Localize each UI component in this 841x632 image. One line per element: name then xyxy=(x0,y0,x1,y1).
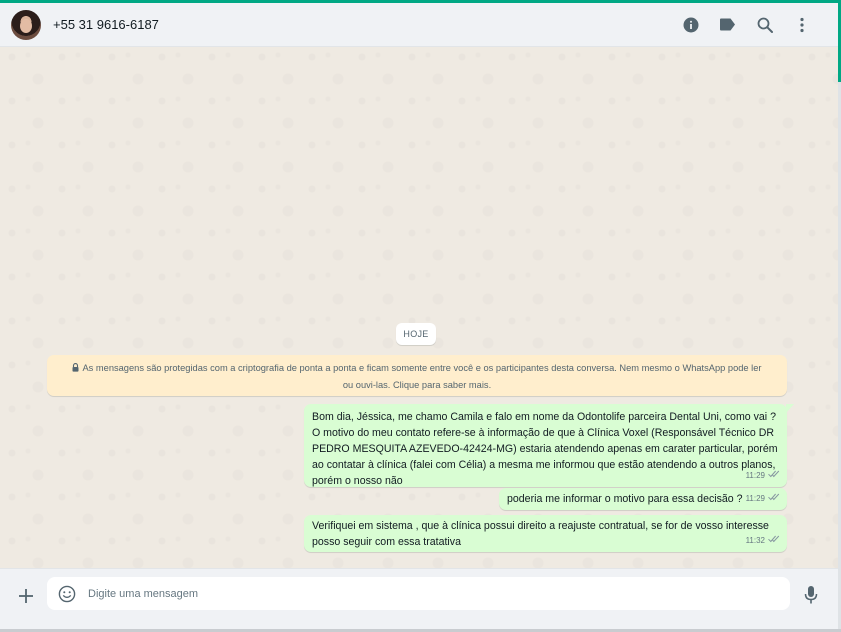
top-accent-bar xyxy=(0,0,841,3)
emoji-icon xyxy=(58,585,76,602)
plus-icon xyxy=(19,589,33,603)
voice-message-button[interactable] xyxy=(800,583,822,607)
label-icon[interactable] xyxy=(709,10,746,40)
message-text: poderia me informar o motivo para essa d… xyxy=(507,493,743,505)
message-meta: 11:32 xyxy=(746,533,780,549)
message-text: Verifiquei em sistema , que à clínica po… xyxy=(312,520,769,548)
contact-avatar[interactable] xyxy=(11,9,41,40)
outgoing-message[interactable]: poderia me informar o motivo para essa d… xyxy=(499,488,787,510)
chat-header: +55 31 9616-6187 xyxy=(0,3,838,47)
message-list[interactable]: HOJE As mensagens são protegidas com a c… xyxy=(0,47,838,568)
message-time: 11:29 xyxy=(745,494,765,503)
menu-icon[interactable] xyxy=(783,10,820,40)
lock-icon xyxy=(72,361,79,377)
emoji-button[interactable] xyxy=(56,583,78,605)
message-input[interactable] xyxy=(86,586,790,601)
date-divider: HOJE xyxy=(396,323,436,345)
read-check-icon xyxy=(768,468,780,484)
encryption-notice-text: As mensagens são protegidas com a cripto… xyxy=(82,363,762,390)
header-actions xyxy=(672,10,820,40)
attach-button[interactable] xyxy=(15,585,37,607)
encryption-notice[interactable]: As mensagens são protegidas com a cripto… xyxy=(47,355,787,396)
message-meta: 11:29 xyxy=(746,468,780,484)
message-composer xyxy=(0,568,838,632)
message-text: Bom dia, Jéssica, me chamo Camila e falo… xyxy=(312,411,778,487)
read-check-icon xyxy=(768,533,780,549)
search-icon[interactable] xyxy=(746,10,783,40)
outgoing-message[interactable]: Verifiquei em sistema , que à clínica po… xyxy=(304,515,787,552)
outgoing-message[interactable]: Bom dia, Jéssica, me chamo Camila e falo… xyxy=(304,404,794,487)
whatsapp-chat-window: +55 31 9616-6187 HOJE As mensagens são p… xyxy=(0,0,838,632)
microphone-icon xyxy=(804,586,818,604)
read-check-icon xyxy=(768,491,780,507)
contact-name[interactable]: +55 31 9616-6187 xyxy=(53,17,159,32)
message-meta: 11:29 xyxy=(746,491,780,507)
info-icon[interactable] xyxy=(672,10,709,40)
message-time: 11:29 xyxy=(745,471,765,480)
message-time: 11:32 xyxy=(745,536,765,545)
message-input-box xyxy=(47,577,790,610)
